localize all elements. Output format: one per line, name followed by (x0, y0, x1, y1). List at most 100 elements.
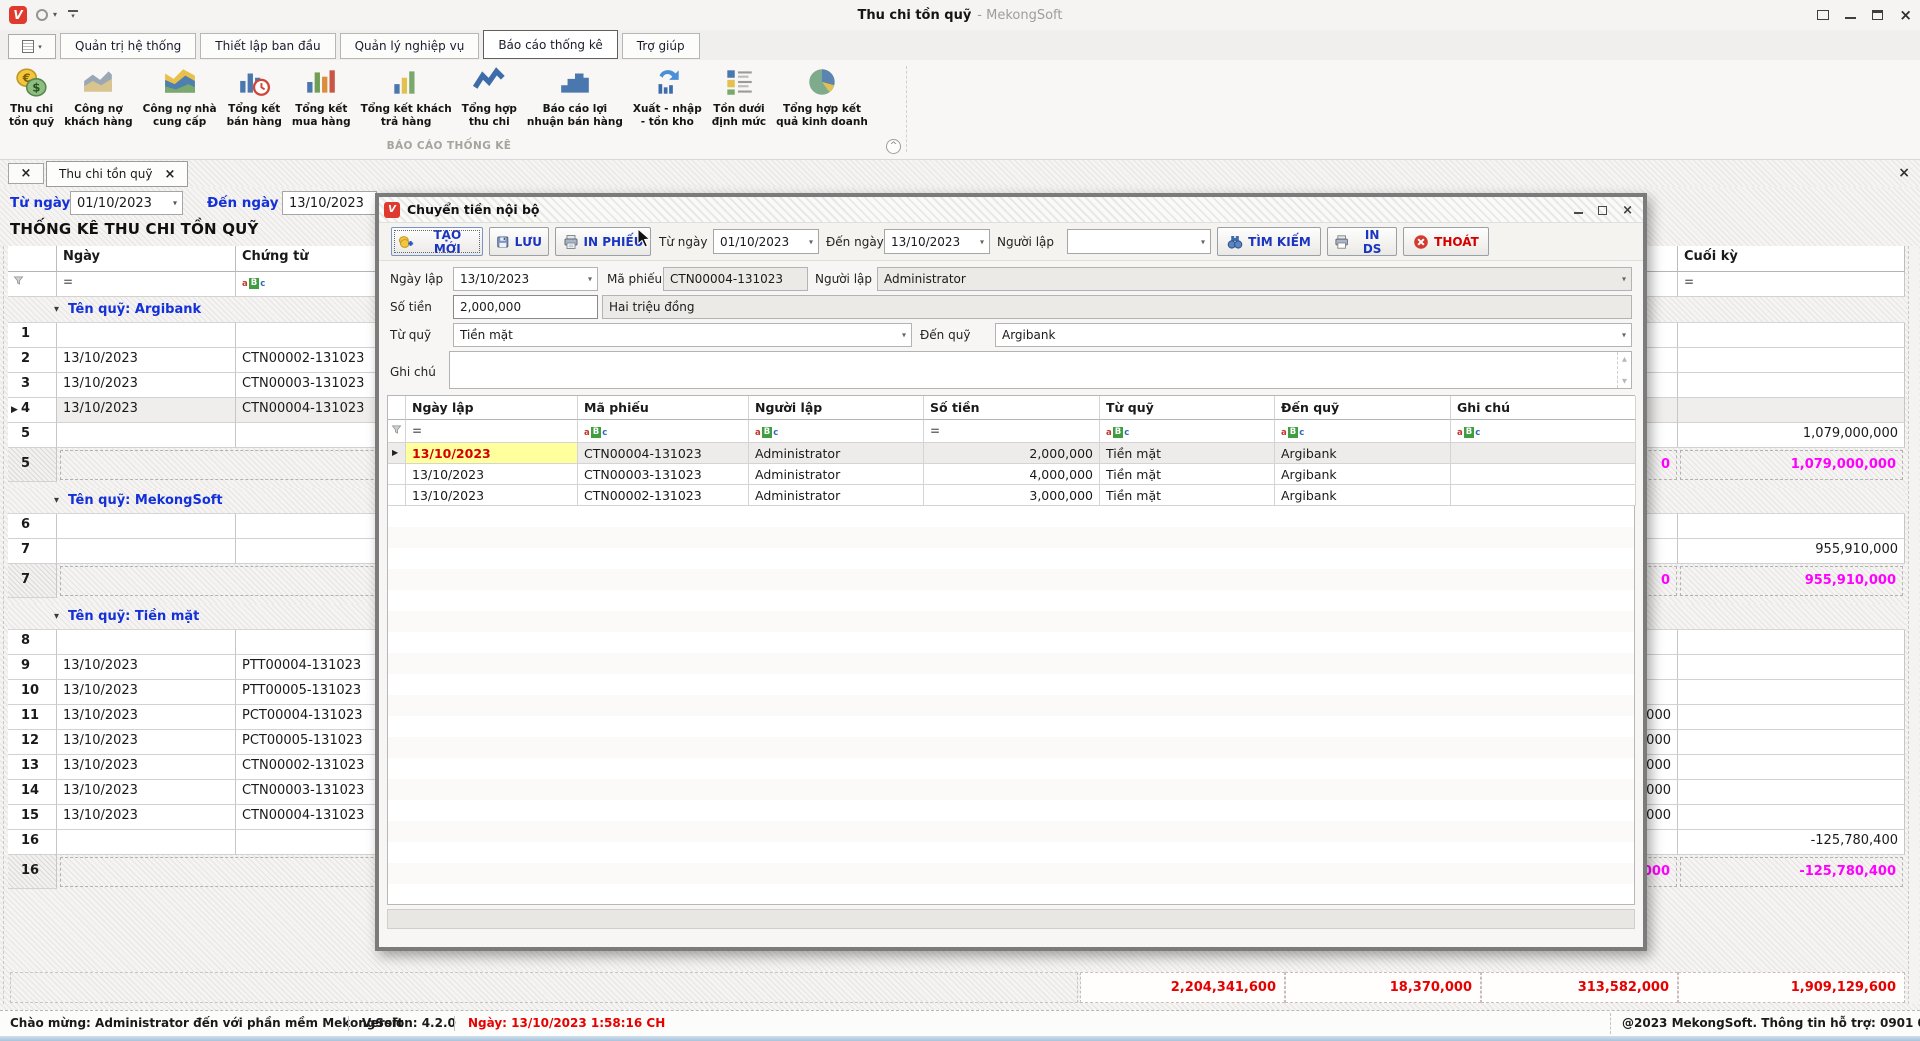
ribbon-collapse-icon[interactable]: ^ (886, 139, 901, 154)
ribbon-item[interactable]: Báo cáo lợinhuận bán hàng (522, 63, 628, 131)
minimize-icon[interactable] (1845, 11, 1856, 19)
dialog-horizontal-scrollbar[interactable] (387, 909, 1635, 929)
ribbon-tab[interactable]: Báo cáo thống kê (483, 30, 617, 59)
dialog-table-row[interactable]: 13/10/2023CTN00003-131023Administrator4,… (388, 464, 1634, 485)
ribbon-item[interactable]: Tổng hợpthu chi (457, 63, 522, 131)
col-header-ending[interactable]: Cuối kỳ (1678, 246, 1905, 272)
cell-date[interactable]: 13/10/2023 (57, 398, 236, 423)
maximize-icon[interactable] (1872, 10, 1883, 20)
group-collapse-icon[interactable]: ▾ (54, 611, 59, 622)
tabstrip-close-button[interactable]: × (8, 163, 44, 184)
print-list-button[interactable]: IN DS (1327, 227, 1397, 256)
ribbon-item[interactable]: €$ Thu chitồn quỹ (4, 63, 59, 131)
dialog-cell[interactable]: Tiền mặt (1100, 464, 1275, 485)
ribbon-item[interactable]: Xuất - nhập- tồn kho (628, 63, 707, 131)
create-new-button[interactable]: TẠO MỚI (391, 227, 483, 256)
voucher-code-field[interactable]: CTN00004-131023 (663, 267, 808, 291)
dialog-from-date-combo[interactable]: 01/10/2023 ▾ (713, 229, 819, 254)
dialog-creator-combo[interactable]: ▾ (1067, 229, 1211, 254)
dialog-close-icon[interactable]: × (1622, 204, 1633, 217)
vertical-scrollbar[interactable] (1908, 246, 1919, 1004)
dialog-cell[interactable] (1451, 464, 1636, 485)
dialog-filter-cell[interactable]: = (924, 420, 1100, 443)
tabstrip-close-right-icon[interactable]: × (1898, 165, 1910, 181)
dropdown-icon[interactable]: ▾ (173, 199, 177, 208)
filter-ending-cell[interactable]: = (1678, 272, 1905, 297)
cell-date[interactable] (57, 514, 236, 539)
amount-input[interactable]: 2,000,000 (453, 295, 598, 319)
dropdown-icon[interactable]: ▾ (980, 237, 984, 246)
dialog-col-header[interactable]: Ghi chú (1451, 396, 1636, 420)
cell-date[interactable] (57, 630, 236, 655)
col-header-date[interactable]: Ngày (57, 246, 236, 272)
dialog-filter-cell[interactable]: aBc (749, 420, 924, 443)
filter-date-cell[interactable]: = (57, 272, 236, 297)
cell-date[interactable] (57, 830, 236, 855)
dropdown-icon[interactable]: ▾ (809, 237, 813, 246)
dialog-col-header[interactable]: Từ quỹ (1100, 396, 1275, 420)
dialog-cell[interactable]: Tiền mặt (1100, 485, 1275, 506)
ribbon-tab[interactable]: Trợ giúp (622, 33, 700, 59)
ribbon-item[interactable]: Tổng kết kháchtrả hàng (356, 63, 457, 131)
dialog-cell[interactable]: Argibank (1275, 464, 1451, 485)
dialog-cell[interactable]: 13/10/2023 (406, 485, 578, 506)
cell-date[interactable]: 13/10/2023 (57, 730, 236, 755)
cell-date[interactable]: 13/10/2023 (57, 805, 236, 830)
group-collapse-icon[interactable]: ▾ (54, 495, 59, 506)
close-icon[interactable]: × (1899, 8, 1912, 23)
cell-ending-balance[interactable] (1678, 373, 1905, 398)
from-fund-combo[interactable]: Tiền mặt ▾ (453, 323, 912, 347)
group-collapse-icon[interactable]: ▾ (54, 304, 59, 315)
search-button[interactable]: TÌM KIẾM (1217, 227, 1321, 256)
fit-window-icon[interactable] (1817, 10, 1829, 20)
dropdown-icon[interactable]: ▾ (1622, 275, 1626, 284)
dialog-filter-cell[interactable]: aBc (1275, 420, 1451, 443)
cell-ending-balance[interactable]: 955,910,000 (1678, 539, 1905, 564)
ribbon-item[interactable]: Công nợ nhàcung cấp (138, 63, 222, 131)
cell-ending-balance[interactable]: -125,780,400 (1678, 830, 1905, 855)
dropdown-icon[interactable]: ▾ (902, 331, 906, 340)
dialog-col-header[interactable]: Đến quỹ (1275, 396, 1451, 420)
dialog-maximize-icon[interactable] (1598, 206, 1607, 215)
cell-ending-balance[interactable] (1678, 514, 1905, 539)
ribbon-item[interactable]: Tổng kếtbán hàng (222, 63, 287, 131)
creator-field[interactable]: Administrator ▾ (877, 267, 1632, 291)
cell-ending-balance[interactable] (1678, 805, 1905, 830)
cell-ending-balance[interactable] (1678, 680, 1905, 705)
dialog-cell[interactable]: Argibank (1275, 485, 1451, 506)
dialog-col-header[interactable]: Số tiền (924, 396, 1100, 420)
dialog-filter-cell[interactable]: = (406, 420, 578, 443)
exit-button[interactable]: THOÁT (1403, 227, 1489, 256)
dialog-cell[interactable]: Administrator (749, 485, 924, 506)
ribbon-tab[interactable]: Quản trị hệ thống (60, 33, 196, 59)
cell-date[interactable] (57, 323, 236, 348)
dialog-minimize-icon[interactable] (1574, 207, 1583, 214)
to-fund-combo[interactable]: Argibank ▾ (995, 323, 1632, 347)
dialog-cell[interactable] (1451, 443, 1636, 464)
scroll-up-icon[interactable]: ▲ (1622, 355, 1627, 363)
dialog-cell[interactable]: CTN00003-131023 (578, 464, 749, 485)
dialog-cell[interactable]: CTN00004-131023 (578, 443, 749, 464)
to-date-combo[interactable]: 13/10/2023 (282, 191, 377, 215)
cell-ending-balance[interactable] (1678, 398, 1905, 423)
cell-date[interactable]: 13/10/2023 (57, 680, 236, 705)
note-textarea[interactable]: ▲ ▼ (449, 351, 1632, 389)
dialog-col-header[interactable]: Người lập (749, 396, 924, 420)
ribbon-item[interactable]: Công nợkhách hàng (59, 63, 137, 131)
cell-ending-balance[interactable] (1678, 730, 1905, 755)
scroll-down-icon[interactable]: ▼ (1622, 377, 1627, 385)
dropdown-icon[interactable]: ▾ (1622, 331, 1626, 340)
dialog-cell[interactable]: 13/10/2023 (406, 443, 578, 464)
ribbon-item[interactable]: Tồn dướiđịnh mức (707, 63, 771, 131)
document-tab-active[interactable]: Thu chi tồn quỹ × (46, 161, 188, 187)
dialog-filter-cell[interactable]: aBc (578, 420, 749, 443)
dialog-cell[interactable]: 13/10/2023 (406, 464, 578, 485)
dialog-cell[interactable]: 3,000,000 (924, 485, 1100, 506)
dialog-table-row[interactable]: ▶13/10/2023CTN00004-131023Administrator2… (388, 443, 1634, 464)
dropdown-icon[interactable]: ▾ (588, 275, 592, 284)
ribbon-tab[interactable]: Quản lý nghiệp vụ (340, 33, 480, 59)
date-created-combo[interactable]: 13/10/2023 ▾ (453, 267, 598, 291)
cell-date[interactable] (57, 539, 236, 564)
ribbon-item[interactable]: Tổng kếtmua hàng (287, 63, 356, 131)
cell-ending-balance[interactable] (1678, 323, 1905, 348)
